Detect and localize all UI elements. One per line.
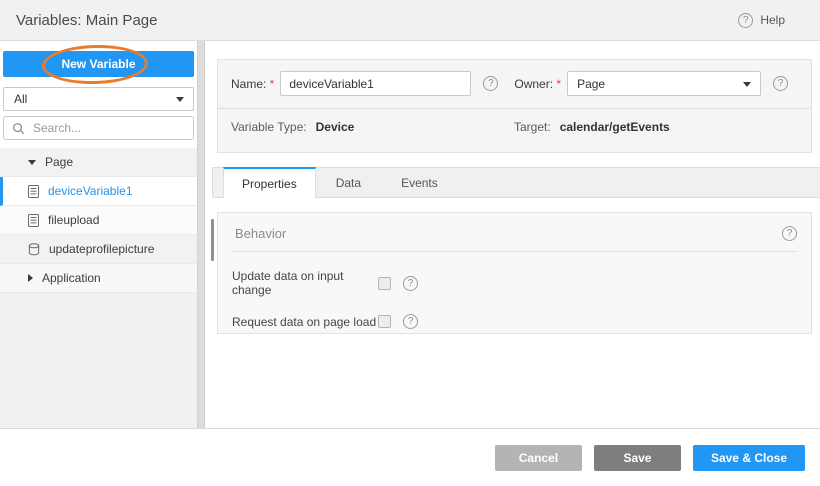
caret-down-icon xyxy=(28,160,36,165)
update-data-label: Update data on input change xyxy=(232,269,378,297)
name-label: Name: xyxy=(231,77,274,91)
type-target-row: Variable Type: Device Target: calendar/g… xyxy=(218,109,811,134)
sidebar-item-devicevariable1[interactable]: deviceVariable1 xyxy=(0,177,197,206)
page-title: Variables: Main Page xyxy=(16,12,157,29)
pane-divider xyxy=(197,41,205,428)
behavior-divider xyxy=(232,251,797,252)
scrollbar-thumb[interactable] xyxy=(211,219,214,261)
variable-type-label: Variable Type: xyxy=(231,120,307,134)
new-variable-button[interactable]: New Variable xyxy=(3,51,194,77)
tree-item-label: Application xyxy=(42,271,101,285)
device-variable-icon xyxy=(28,185,39,198)
tree-item-label: Page xyxy=(45,155,73,169)
search-icon xyxy=(12,122,25,135)
owner-select-value: Page xyxy=(577,77,605,91)
variable-summary-card: Name: Owner: Page Variable Type: Device xyxy=(217,59,812,153)
tree-item-label: deviceVariable1 xyxy=(48,184,133,198)
tree-item-label: fileupload xyxy=(48,213,99,227)
checkbox-request-data-on-page-load[interactable] xyxy=(378,315,391,328)
help-link[interactable]: Help xyxy=(738,13,785,28)
tab-label: Properties xyxy=(242,177,297,191)
tab-events[interactable]: Events xyxy=(381,168,458,197)
device-variable-icon xyxy=(28,214,39,227)
variable-filter-value: All xyxy=(14,92,27,106)
variables-dialog: Variables: Main Page Help New Variable A… xyxy=(0,0,820,486)
sidebar-item-updateprofilepicture[interactable]: updateprofilepicture xyxy=(0,235,197,264)
owner-help-icon[interactable] xyxy=(773,76,788,91)
search-box[interactable] xyxy=(3,116,194,140)
target-label: Target: xyxy=(514,120,551,134)
detail-tabs: Properties Data Events xyxy=(212,167,820,198)
save-button[interactable]: Save xyxy=(594,445,681,471)
name-owner-row: Name: Owner: Page xyxy=(218,60,811,96)
variable-detail-panel: Name: Owner: Page Variable Type: Device xyxy=(205,41,820,428)
dialog-footer: Cancel Save Save & Close xyxy=(0,429,820,486)
sidebar-item-fileupload[interactable]: fileupload xyxy=(0,206,197,235)
help-label: Help xyxy=(760,13,785,27)
name-input[interactable] xyxy=(280,71,471,96)
variables-sidebar: New Variable All Page devic xyxy=(0,41,197,428)
sidebar-item-application[interactable]: Application xyxy=(0,264,197,293)
behavior-help-icon[interactable] xyxy=(782,226,797,241)
help-icon xyxy=(738,13,753,28)
chevron-down-icon xyxy=(176,97,184,102)
sidebar-filler xyxy=(0,293,197,428)
update-data-help-icon[interactable] xyxy=(403,276,418,291)
name-help-icon[interactable] xyxy=(483,76,498,91)
behavior-section: Behavior Update data on input change Req… xyxy=(217,212,812,334)
caret-right-icon xyxy=(28,274,33,282)
variables-tree: Page deviceVariable1 fileupload xyxy=(0,148,197,428)
search-input[interactable] xyxy=(31,120,185,136)
checkbox-update-data-on-input-change[interactable] xyxy=(378,277,391,290)
cancel-button[interactable]: Cancel xyxy=(495,445,582,471)
option-row-request-data: Request data on page load xyxy=(218,314,811,329)
variable-filter-select[interactable]: All xyxy=(3,87,194,111)
target-value: calendar/getEvents xyxy=(560,120,670,134)
request-data-help-icon[interactable] xyxy=(403,314,418,329)
tab-data[interactable]: Data xyxy=(316,168,381,197)
request-data-label: Request data on page load xyxy=(232,315,378,329)
behavior-section-title: Behavior xyxy=(235,226,286,241)
content-row: New Variable All Page devic xyxy=(0,41,820,429)
tree-item-label: updateprofilepicture xyxy=(49,242,154,256)
variable-type-value: Device xyxy=(316,120,355,134)
behavior-header: Behavior xyxy=(218,213,811,241)
option-row-update-data: Update data on input change xyxy=(218,269,811,297)
database-icon xyxy=(28,243,40,256)
dialog-header: Variables: Main Page Help xyxy=(0,0,820,41)
save-close-button[interactable]: Save & Close xyxy=(693,445,805,471)
sidebar-item-page[interactable]: Page xyxy=(0,148,197,177)
owner-label: Owner: xyxy=(514,77,561,91)
tab-label: Events xyxy=(401,176,438,190)
tab-label: Data xyxy=(336,176,361,190)
chevron-down-icon xyxy=(743,82,751,87)
owner-select[interactable]: Page xyxy=(567,71,761,96)
tab-properties[interactable]: Properties xyxy=(223,167,316,198)
